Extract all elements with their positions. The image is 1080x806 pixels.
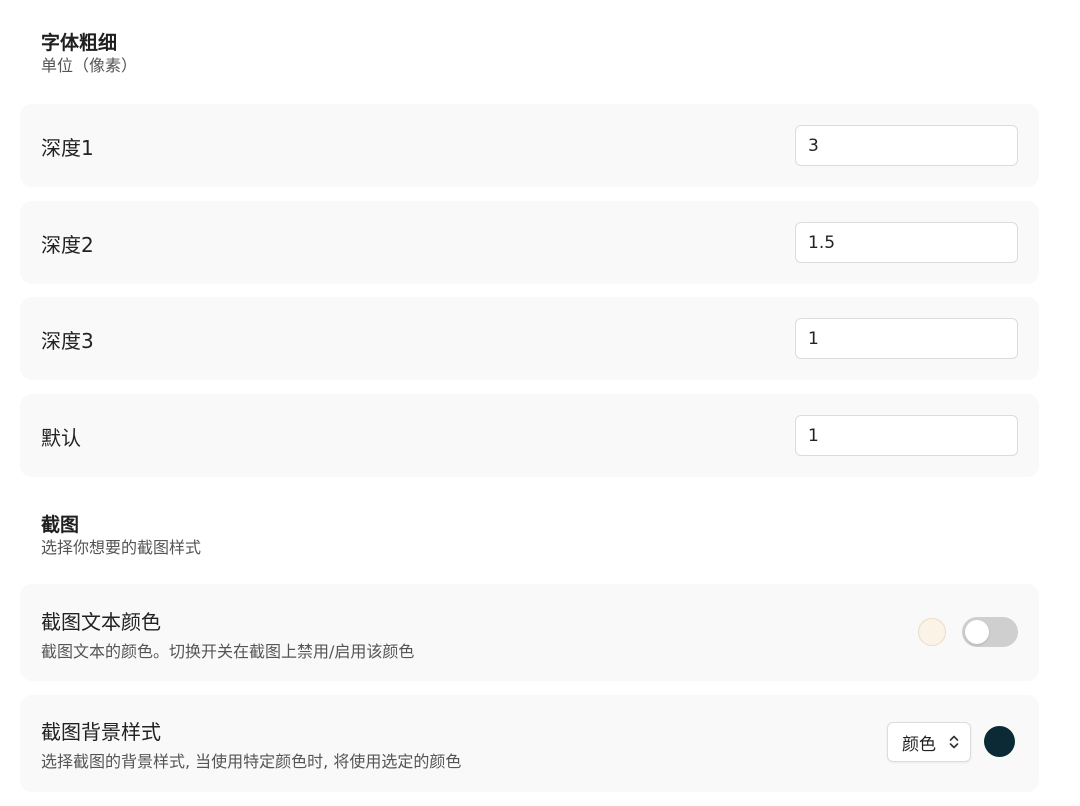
screenshot-background-description: 选择截图的背景样式, 当使用特定颜色时, 将使用选定的颜色 — [41, 752, 462, 771]
text-color-swatch[interactable] — [918, 618, 946, 646]
depth-1-input[interactable] — [795, 125, 1018, 166]
depth-2-input[interactable] — [795, 222, 1018, 263]
depth-3-label: 深度3 — [41, 329, 94, 353]
depth-1-row: 深度1 — [20, 104, 1039, 187]
depth-3-row: 深度3 — [20, 297, 1039, 380]
screenshot-text-color-row: 截图文本颜色 截图文本的颜色。切换开关在截图上禁用/启用该颜色 — [20, 584, 1039, 681]
default-input[interactable] — [795, 415, 1018, 456]
default-label: 默认 — [41, 426, 81, 450]
screenshot-background-title: 截图背景样式 — [41, 720, 161, 744]
screenshot-text-color-description: 截图文本的颜色。切换开关在截图上禁用/启用该颜色 — [41, 642, 415, 661]
text-color-toggle[interactable] — [962, 617, 1018, 647]
font-weight-section-header: 字体粗细 单位（像素） — [41, 31, 137, 77]
background-style-select-value: 颜色 — [902, 734, 936, 755]
toggle-knob — [965, 620, 989, 644]
font-weight-section-title: 字体粗细 — [41, 32, 118, 54]
background-style-select[interactable]: 颜色 — [887, 722, 971, 762]
depth-2-row: 深度2 — [20, 201, 1039, 284]
screenshot-section-subtitle: 选择你想要的截图样式 — [41, 538, 202, 557]
screenshot-background-row: 截图背景样式 选择截图的背景样式, 当使用特定颜色时, 将使用选定的颜色 颜色 — [20, 695, 1039, 792]
settings-page: 字体粗细 单位（像素） 深度1 深度2 深度3 默认 截图 选择你想要的截图样式… — [0, 0, 1080, 806]
screenshot-section-title: 截图 — [41, 514, 80, 536]
depth-2-label: 深度2 — [41, 233, 94, 257]
font-weight-section-subtitle: 单位（像素） — [41, 56, 138, 75]
chevron-up-down-icon — [949, 735, 959, 749]
background-color-swatch[interactable] — [984, 726, 1015, 757]
screenshot-text-color-title: 截图文本颜色 — [41, 610, 161, 634]
depth-1-label: 深度1 — [41, 136, 94, 160]
depth-3-input[interactable] — [795, 318, 1018, 359]
default-row: 默认 — [20, 394, 1039, 477]
screenshot-section-header: 截图 选择你想要的截图样式 — [41, 513, 201, 559]
